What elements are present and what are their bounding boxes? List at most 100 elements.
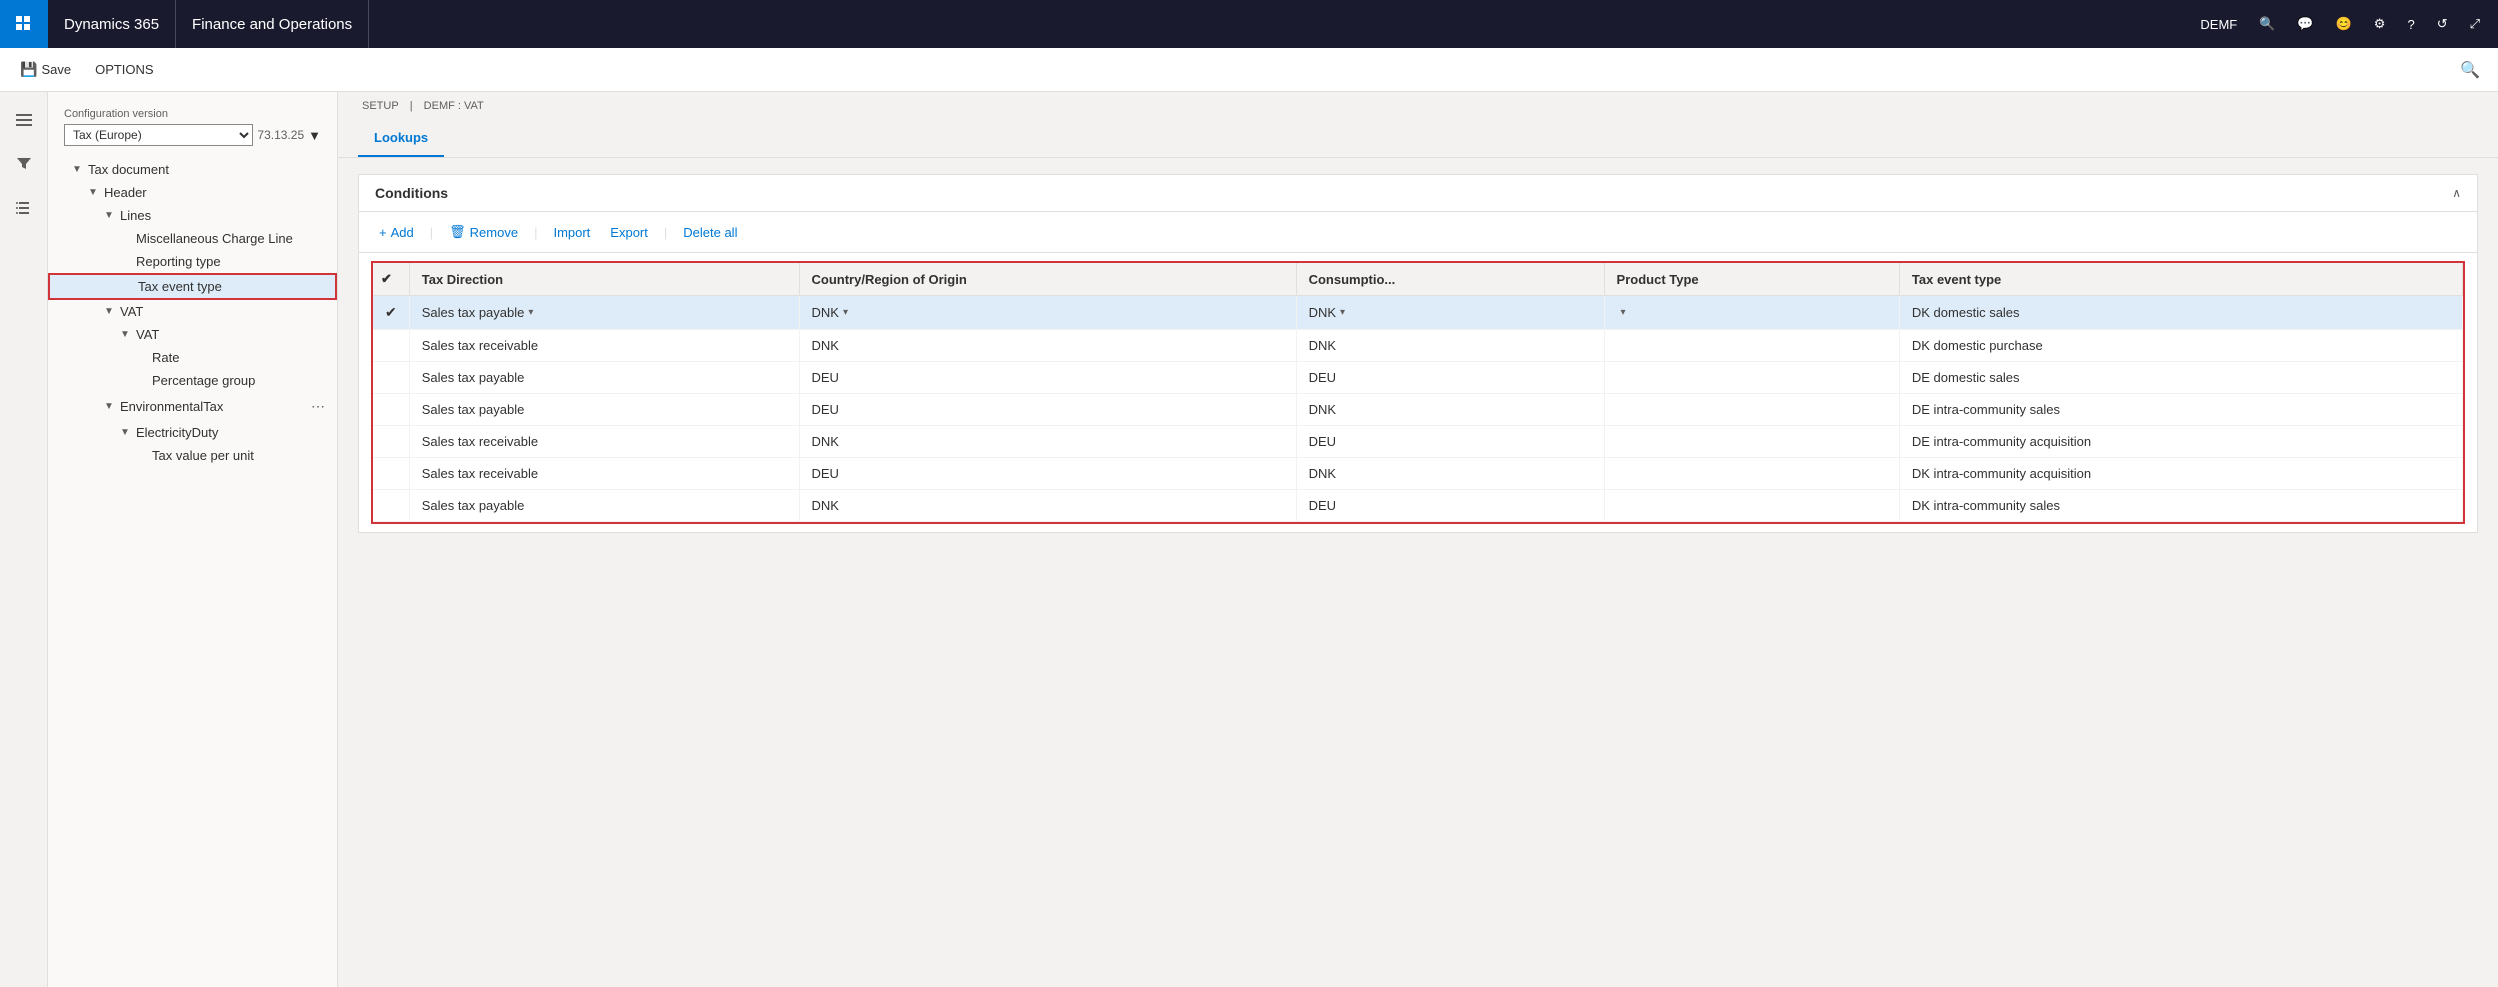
tax-event-type-cell[interactable]: DE intra-community sales bbox=[1899, 394, 2462, 426]
search-nav-button[interactable]: 🔍 bbox=[2249, 0, 2285, 48]
tax-direction-cell[interactable]: Sales tax receivable bbox=[409, 330, 799, 362]
conditions-header[interactable]: Conditions ∧ bbox=[359, 175, 2477, 212]
product-type-cell[interactable]: ▾ bbox=[1604, 296, 1899, 330]
product-type-cell[interactable] bbox=[1604, 394, 1899, 426]
country-cell[interactable]: DNK bbox=[799, 330, 1296, 362]
command-bar-right-icons: 🔍 bbox=[2454, 56, 2486, 84]
tax-direction-cell[interactable]: Sales tax payable bbox=[409, 362, 799, 394]
country-cell[interactable]: DEU bbox=[799, 394, 1296, 426]
tax-event-type-cell[interactable]: DK domestic sales bbox=[1899, 296, 2462, 330]
product-type-cell[interactable] bbox=[1604, 330, 1899, 362]
options-button[interactable]: OPTIONS bbox=[87, 58, 162, 81]
hamburger-menu-icon[interactable] bbox=[4, 100, 44, 140]
tax-event-type-cell[interactable]: DE domestic sales bbox=[1899, 362, 2462, 394]
tax-event-type-cell[interactable]: DK intra-community sales bbox=[1899, 490, 2462, 522]
remove-button[interactable]: 🗑 Remove bbox=[441, 220, 526, 244]
tree-item-vat1[interactable]: ▼ VAT bbox=[48, 300, 337, 323]
tree-item-lines[interactable]: ▼ Lines bbox=[48, 204, 337, 227]
country-cell[interactable]: DEU bbox=[799, 458, 1296, 490]
message-nav-button[interactable]: 💬 bbox=[2287, 0, 2323, 48]
table-row[interactable]: Sales tax payable DEU DNK DE intra-commu… bbox=[373, 394, 2463, 426]
dropdown-arrow-icon: ▾ bbox=[843, 307, 848, 318]
conditions-section: Conditions ∧ + Add | 🗑 Remove | bbox=[358, 174, 2478, 533]
consumption-cell[interactable]: DEU bbox=[1296, 426, 1604, 458]
consumption-column-header[interactable]: Consumptio... bbox=[1296, 263, 1604, 296]
country-cell[interactable]: DNK ▾ bbox=[799, 296, 1296, 330]
tree-item-misc-charge[interactable]: Miscellaneous Charge Line bbox=[48, 227, 337, 250]
company-label[interactable]: DEMF bbox=[2190, 0, 2247, 48]
tax-direction-cell[interactable]: Sales tax payable bbox=[409, 394, 799, 426]
table-row[interactable]: Sales tax payable DEU DEU DE domestic sa… bbox=[373, 362, 2463, 394]
search-command-icon[interactable]: 🔍 bbox=[2454, 56, 2486, 84]
tax-event-type-cell[interactable]: DK intra-community acquisition bbox=[1899, 458, 2462, 490]
table-row[interactable]: Sales tax receivable DNK DEU DE intra-co… bbox=[373, 426, 2463, 458]
product-type-column-header[interactable]: Product Type bbox=[1604, 263, 1899, 296]
tab-lookups[interactable]: Lookups bbox=[358, 120, 444, 157]
tax-direction-cell[interactable]: Sales tax receivable bbox=[409, 426, 799, 458]
export-button[interactable]: Export bbox=[602, 221, 656, 244]
filter-icon[interactable] bbox=[4, 144, 44, 184]
check-cell[interactable]: ✔ bbox=[373, 296, 409, 330]
tree-item-tax-event-type[interactable]: Tax event type bbox=[48, 273, 337, 300]
tree-item-reporting-type[interactable]: Reporting type bbox=[48, 250, 337, 273]
add-button[interactable]: + Add bbox=[371, 221, 422, 244]
consumption-cell[interactable]: DNK ▾ bbox=[1296, 296, 1604, 330]
product-type-cell[interactable] bbox=[1604, 426, 1899, 458]
version-dropdown-arrow[interactable]: ▼ bbox=[308, 128, 321, 143]
tax-direction-cell[interactable]: Sales tax payable ▾ bbox=[409, 296, 799, 330]
tree-dots-icon[interactable]: ⋯ bbox=[307, 396, 329, 417]
breadcrumb-setup: SETUP bbox=[362, 100, 399, 112]
consumption-cell[interactable]: DEU bbox=[1296, 490, 1604, 522]
consumption-cell[interactable]: DEU bbox=[1296, 362, 1604, 394]
table-row[interactable]: Sales tax payable DNK DEU DK intra-commu… bbox=[373, 490, 2463, 522]
country-cell[interactable]: DNK bbox=[799, 490, 1296, 522]
table-row[interactable]: ✔ Sales tax payable ▾ DNK bbox=[373, 296, 2463, 330]
help-nav-button[interactable]: ? bbox=[2397, 0, 2424, 48]
tree-item-percentage-group[interactable]: Percentage group bbox=[48, 369, 337, 392]
config-version-dropdown[interactable]: Tax (Europe) bbox=[64, 124, 253, 146]
tree-item-tax-document[interactable]: ▼ Tax document bbox=[48, 158, 337, 181]
delete-all-button[interactable]: Delete all bbox=[675, 221, 745, 244]
tax-event-type-cell[interactable]: DE intra-community acquisition bbox=[1899, 426, 2462, 458]
tree-item-environmental-tax[interactable]: ▼ EnvironmentalTax ⋯ bbox=[48, 392, 337, 421]
product-type-cell[interactable] bbox=[1604, 490, 1899, 522]
consumption-cell[interactable]: DNK bbox=[1296, 458, 1604, 490]
consumption-cell[interactable]: DNK bbox=[1296, 330, 1604, 362]
top-navigation: Dynamics 365 Finance and Operations DEMF… bbox=[0, 0, 2498, 48]
country-cell[interactable]: DNK bbox=[799, 426, 1296, 458]
table-row[interactable]: Sales tax receivable DEU DNK DK intra-co… bbox=[373, 458, 2463, 490]
import-button[interactable]: Import bbox=[545, 221, 598, 244]
country-cell[interactable]: DEU bbox=[799, 362, 1296, 394]
product-type-cell[interactable] bbox=[1604, 362, 1899, 394]
tree-item-tax-value-per-unit[interactable]: Tax value per unit bbox=[48, 444, 337, 467]
consumption-cell[interactable]: DNK bbox=[1296, 394, 1604, 426]
tax-event-type-column-header[interactable]: Tax event type bbox=[1899, 263, 2462, 296]
refresh-nav-button[interactable]: ↺ bbox=[2427, 0, 2458, 48]
conditions-title: Conditions bbox=[375, 185, 448, 201]
save-button[interactable]: 💾 Save bbox=[12, 57, 79, 82]
tree-item-header[interactable]: ▼ Header bbox=[48, 181, 337, 204]
tree-item-rate[interactable]: Rate bbox=[48, 346, 337, 369]
expand-icon: ▼ bbox=[104, 401, 120, 412]
tax-direction-cell[interactable]: Sales tax receivable bbox=[409, 458, 799, 490]
list-icon[interactable] bbox=[4, 188, 44, 228]
expand-icon: ▼ bbox=[120, 427, 136, 438]
check-cell bbox=[373, 426, 409, 458]
tax-direction-column-header[interactable]: Tax Direction bbox=[409, 263, 799, 296]
country-column-header[interactable]: Country/Region of Origin bbox=[799, 263, 1296, 296]
tax-direction-cell[interactable]: Sales tax payable bbox=[409, 490, 799, 522]
tree-item-vat2[interactable]: ▼ VAT bbox=[48, 323, 337, 346]
notification-nav-button[interactable]: ⚙ bbox=[2364, 0, 2396, 48]
tax-event-type-cell[interactable]: DK domestic purchase bbox=[1899, 330, 2462, 362]
expand-nav-button[interactable]: ⤢ bbox=[2460, 0, 2490, 48]
config-version-section: Configuration version Tax (Europe) 73.13… bbox=[48, 104, 337, 158]
table-row[interactable]: Sales tax receivable DNK DNK DK domestic… bbox=[373, 330, 2463, 362]
dynamics-label[interactable]: Dynamics 365 bbox=[48, 0, 176, 48]
check-cell bbox=[373, 394, 409, 426]
app-label: Finance and Operations bbox=[176, 0, 369, 48]
tree-item-electricity-duty[interactable]: ▼ ElectricityDuty bbox=[48, 421, 337, 444]
user-nav-button[interactable]: 😊 bbox=[2326, 0, 2362, 48]
config-version-label: Configuration version bbox=[64, 108, 321, 120]
product-type-cell[interactable] bbox=[1604, 458, 1899, 490]
app-grid-button[interactable] bbox=[0, 0, 48, 48]
